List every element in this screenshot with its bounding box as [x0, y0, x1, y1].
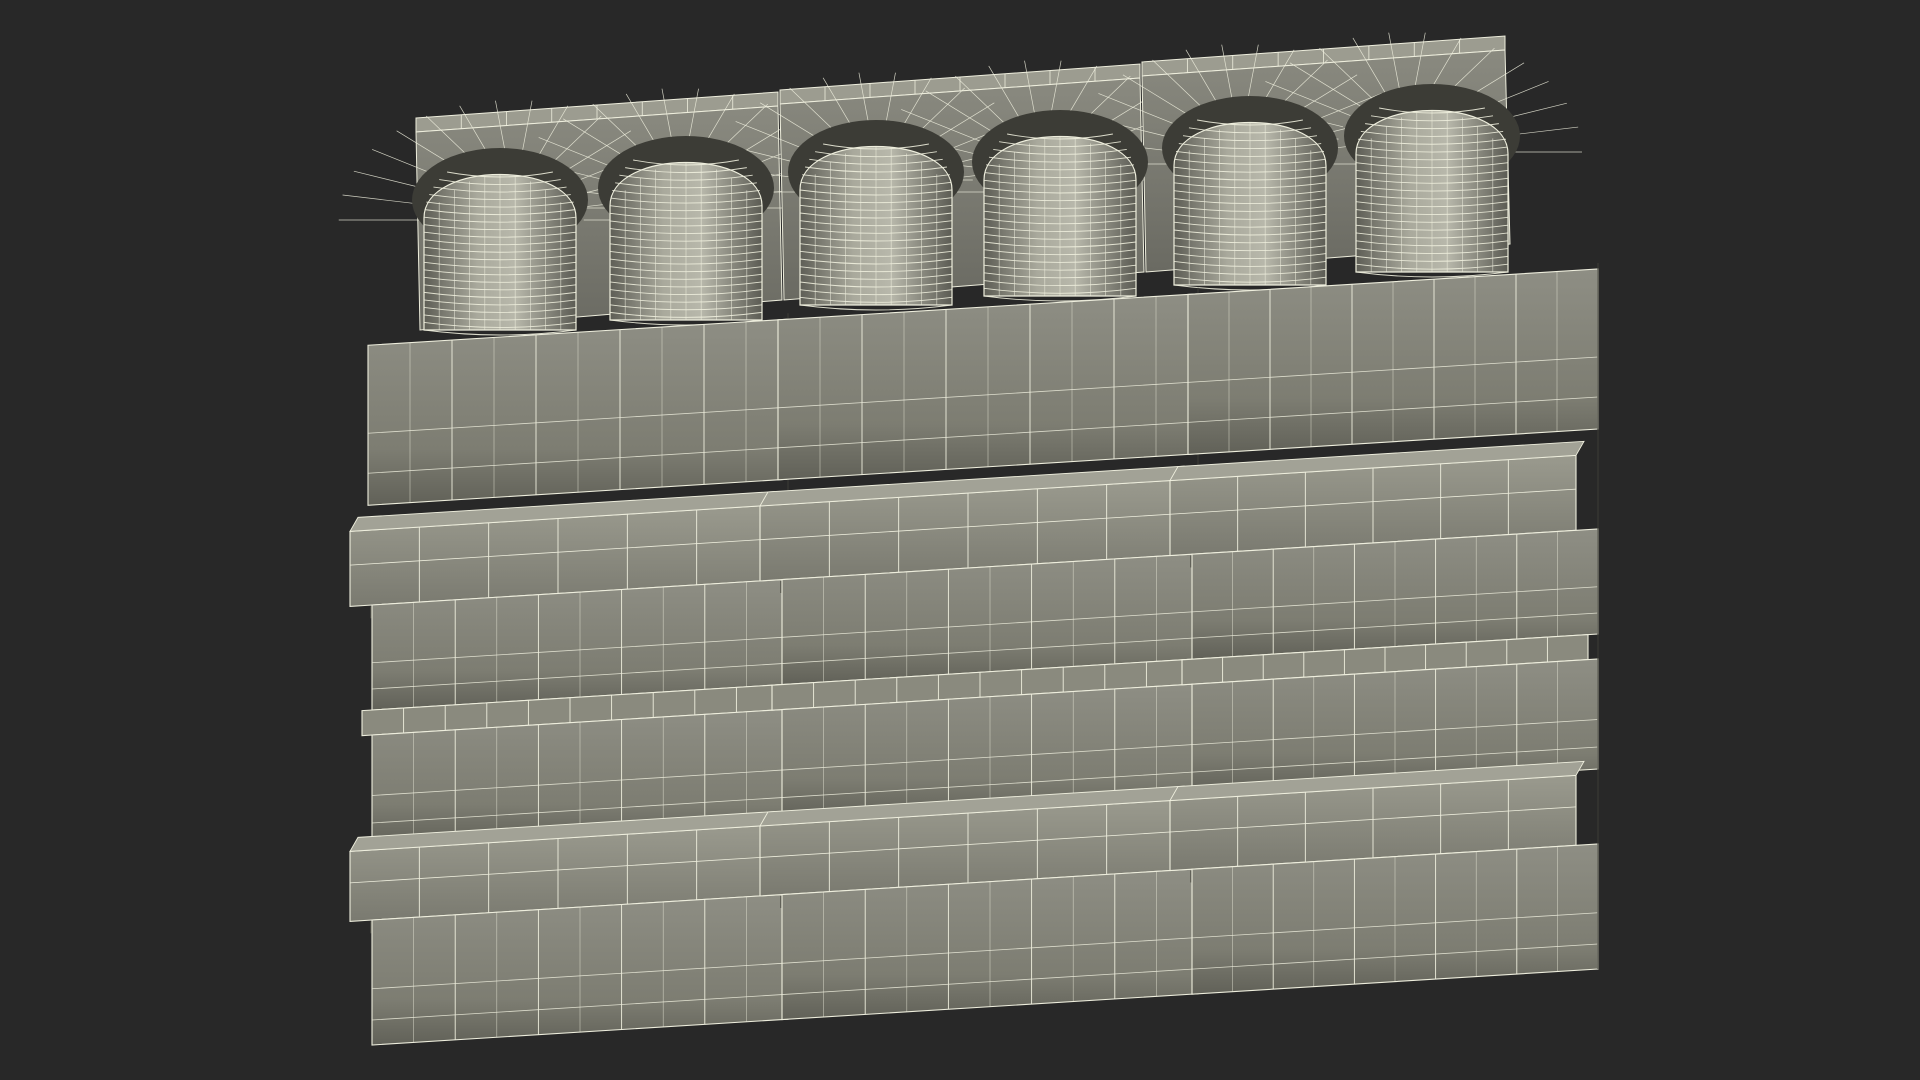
render-viewport — [0, 0, 1920, 1080]
cylinder — [972, 110, 1148, 302]
cylinder — [1344, 84, 1520, 278]
front-row — [1191, 843, 1599, 995]
wireframe-model — [338, 32, 1599, 1046]
front-pack — [1169, 262, 1599, 995]
front-row — [371, 893, 789, 1046]
cylinder — [412, 148, 588, 336]
front-row — [777, 293, 1199, 481]
wire-line — [799, 304, 953, 311]
cylinder — [788, 120, 964, 311]
front-block-layer — [349, 262, 1599, 1046]
front-pack — [759, 287, 1199, 1021]
front-row — [781, 868, 1199, 1021]
front-row — [1187, 268, 1599, 455]
cylinder — [1162, 96, 1338, 291]
front-row — [367, 318, 789, 506]
cylinder — [598, 136, 774, 326]
front-pack — [349, 313, 789, 1046]
